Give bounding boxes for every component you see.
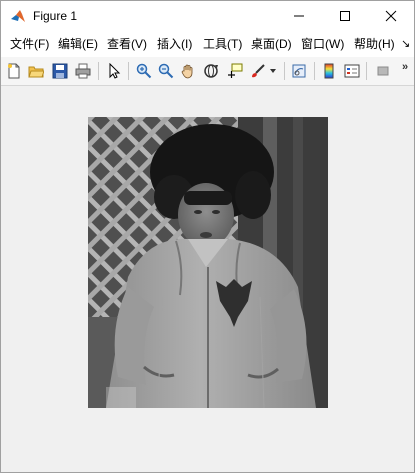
colorbar-button[interactable] xyxy=(319,61,339,81)
save-button[interactable] xyxy=(50,61,70,81)
colorbar-icon xyxy=(324,63,334,79)
plot-tools-icon xyxy=(377,66,389,76)
photo-drawing xyxy=(88,117,328,408)
open-button[interactable] xyxy=(26,61,46,81)
chevron-down-icon xyxy=(270,69,276,73)
figure-canvas[interactable] xyxy=(1,86,414,472)
toolbar-separator xyxy=(314,62,315,80)
menu-view[interactable]: 查看(V) xyxy=(107,37,147,51)
brush-button[interactable] xyxy=(248,61,268,81)
menu-overflow-icon[interactable]: ↘ xyxy=(401,37,410,50)
brush-dropdown[interactable] xyxy=(267,61,279,81)
menu-edit[interactable]: 编辑(E) xyxy=(58,37,98,51)
rotate-3d-button[interactable] xyxy=(201,61,221,81)
pointer-icon xyxy=(109,63,121,79)
print-button[interactable] xyxy=(73,61,93,81)
zoom-out-button[interactable] xyxy=(156,61,176,81)
grayscale-photo-image xyxy=(88,117,328,408)
close-button[interactable] xyxy=(368,1,414,31)
pan-hand-icon xyxy=(181,64,193,79)
new-figure-button[interactable] xyxy=(4,61,24,81)
new-figure-icon xyxy=(8,63,20,79)
window-title: Figure 1 xyxy=(33,9,78,23)
figure-toolbar: » xyxy=(1,57,414,86)
legend-button[interactable] xyxy=(342,61,362,81)
menu-window[interactable]: 窗口(W) xyxy=(301,37,344,51)
rotate-3d-icon xyxy=(204,64,218,78)
menu-insert[interactable]: 插入(I) xyxy=(157,37,192,51)
link-plot-button[interactable] xyxy=(289,61,309,81)
save-icon xyxy=(52,63,68,79)
legend-icon xyxy=(344,64,360,78)
title-bar[interactable]: Figure 1 xyxy=(1,1,414,31)
close-icon xyxy=(385,10,397,22)
zoom-in-icon xyxy=(136,63,152,79)
link-plot-icon xyxy=(292,64,306,78)
toolbar-separator xyxy=(284,62,285,80)
pointer-button[interactable] xyxy=(104,61,124,81)
data-cursor-icon xyxy=(228,63,243,78)
pan-button[interactable] xyxy=(178,61,198,81)
open-folder-icon xyxy=(28,66,44,78)
data-cursor-button[interactable] xyxy=(225,61,245,81)
toolbar-separator xyxy=(366,62,367,80)
toolbar-separator xyxy=(98,62,99,80)
menu-file[interactable]: 文件(F) xyxy=(10,37,49,51)
menu-tools[interactable]: 工具(T) xyxy=(203,37,242,51)
zoom-in-button[interactable] xyxy=(134,61,154,81)
maximize-icon xyxy=(340,11,350,21)
menu-help[interactable]: 帮助(H) xyxy=(354,37,395,51)
matlab-logo-icon xyxy=(10,8,26,24)
toolbar-overflow-icon[interactable]: » xyxy=(402,61,408,73)
menu-bar: 文件(F) 编辑(E) 查看(V) 插入(I) 工具(T) 桌面(D) 窗口(W… xyxy=(1,31,414,57)
print-icon xyxy=(75,63,91,79)
zoom-out-icon xyxy=(158,63,174,79)
menu-desktop[interactable]: 桌面(D) xyxy=(251,37,292,51)
brush-icon xyxy=(252,64,265,78)
minimize-button[interactable] xyxy=(276,1,322,31)
figure-window: Figure 1 文件(F) 编辑(E) 查看(V) 插入(I) 工具(T) 桌… xyxy=(0,0,415,473)
toolbar-separator xyxy=(128,62,129,80)
minimize-icon xyxy=(294,15,304,17)
plot-tools-button[interactable] xyxy=(373,61,393,81)
maximize-button[interactable] xyxy=(322,1,368,31)
